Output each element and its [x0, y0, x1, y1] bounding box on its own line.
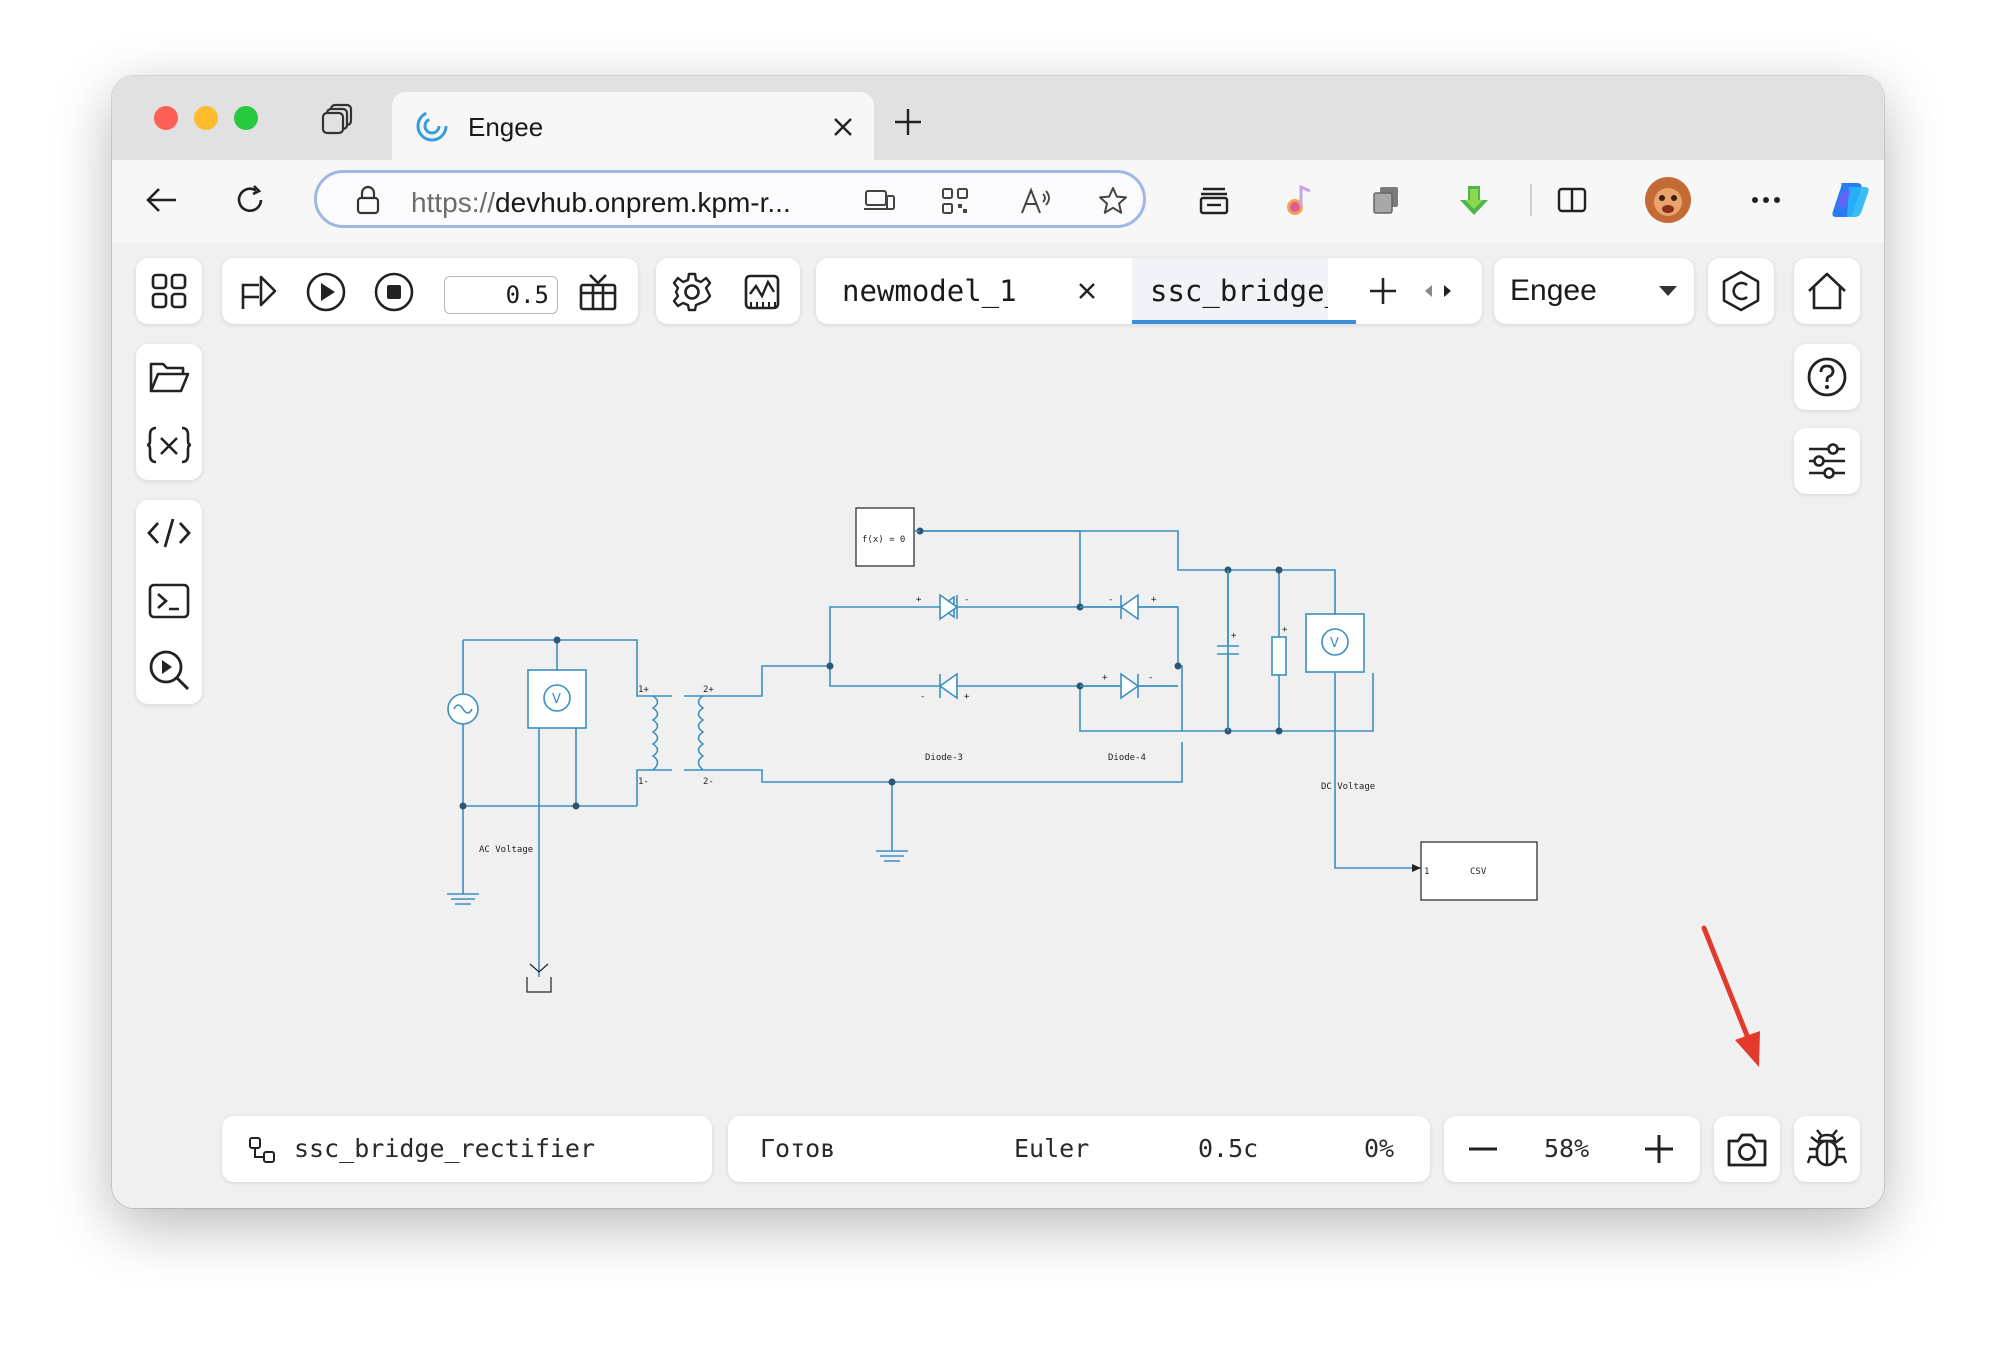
split-screen-icon[interactable]	[1552, 180, 1592, 220]
app-available-icon[interactable]	[861, 183, 897, 219]
reload-icon[interactable]	[230, 180, 270, 220]
toolbar-divider	[1530, 184, 1532, 216]
zoom-window-button[interactable]	[234, 106, 258, 130]
close-window-button[interactable]	[154, 106, 178, 130]
engee-app: V 1+ 1- 2+ 2- + - - + - + + - Diode-3 Di…	[112, 242, 1884, 1208]
download-extension-icon[interactable]	[1454, 180, 1494, 220]
more-options-icon[interactable]	[1746, 180, 1786, 220]
navigation-bar: https://devhub.onprem.kpm-r...	[112, 160, 1884, 243]
profile-avatar[interactable]	[1644, 176, 1692, 224]
title-bar: Engee	[112, 76, 1884, 160]
browser-window: Engee https://devhub.onprem.kpm-r... V 1…	[112, 76, 1884, 1208]
browser-tab-active[interactable]: Engee	[392, 92, 874, 160]
back-icon[interactable]	[142, 180, 182, 220]
url-text[interactable]: https://devhub.onprem.kpm-r...	[411, 187, 791, 219]
minimize-window-button[interactable]	[194, 106, 218, 130]
qr-code-icon[interactable]	[937, 183, 973, 219]
tab-actions-icon[interactable]	[320, 100, 356, 136]
new-tab-icon[interactable]	[888, 102, 928, 142]
tab-title: Engee	[468, 112, 544, 142]
copilot-icon[interactable]	[1826, 176, 1874, 224]
annotation-arrow-icon	[1701, 925, 1760, 1067]
copy-extension-icon[interactable]	[1366, 180, 1406, 220]
favorite-star-icon[interactable]	[1095, 183, 1131, 219]
collections-icon[interactable]	[1194, 180, 1234, 220]
music-extension-icon[interactable]	[1278, 180, 1318, 220]
read-aloud-icon[interactable]	[1017, 183, 1055, 219]
address-bar[interactable]: https://devhub.onprem.kpm-r...	[314, 170, 1146, 228]
engee-favicon-icon	[412, 106, 452, 146]
lock-icon[interactable]	[351, 183, 385, 217]
close-tab-icon[interactable]	[828, 112, 858, 142]
